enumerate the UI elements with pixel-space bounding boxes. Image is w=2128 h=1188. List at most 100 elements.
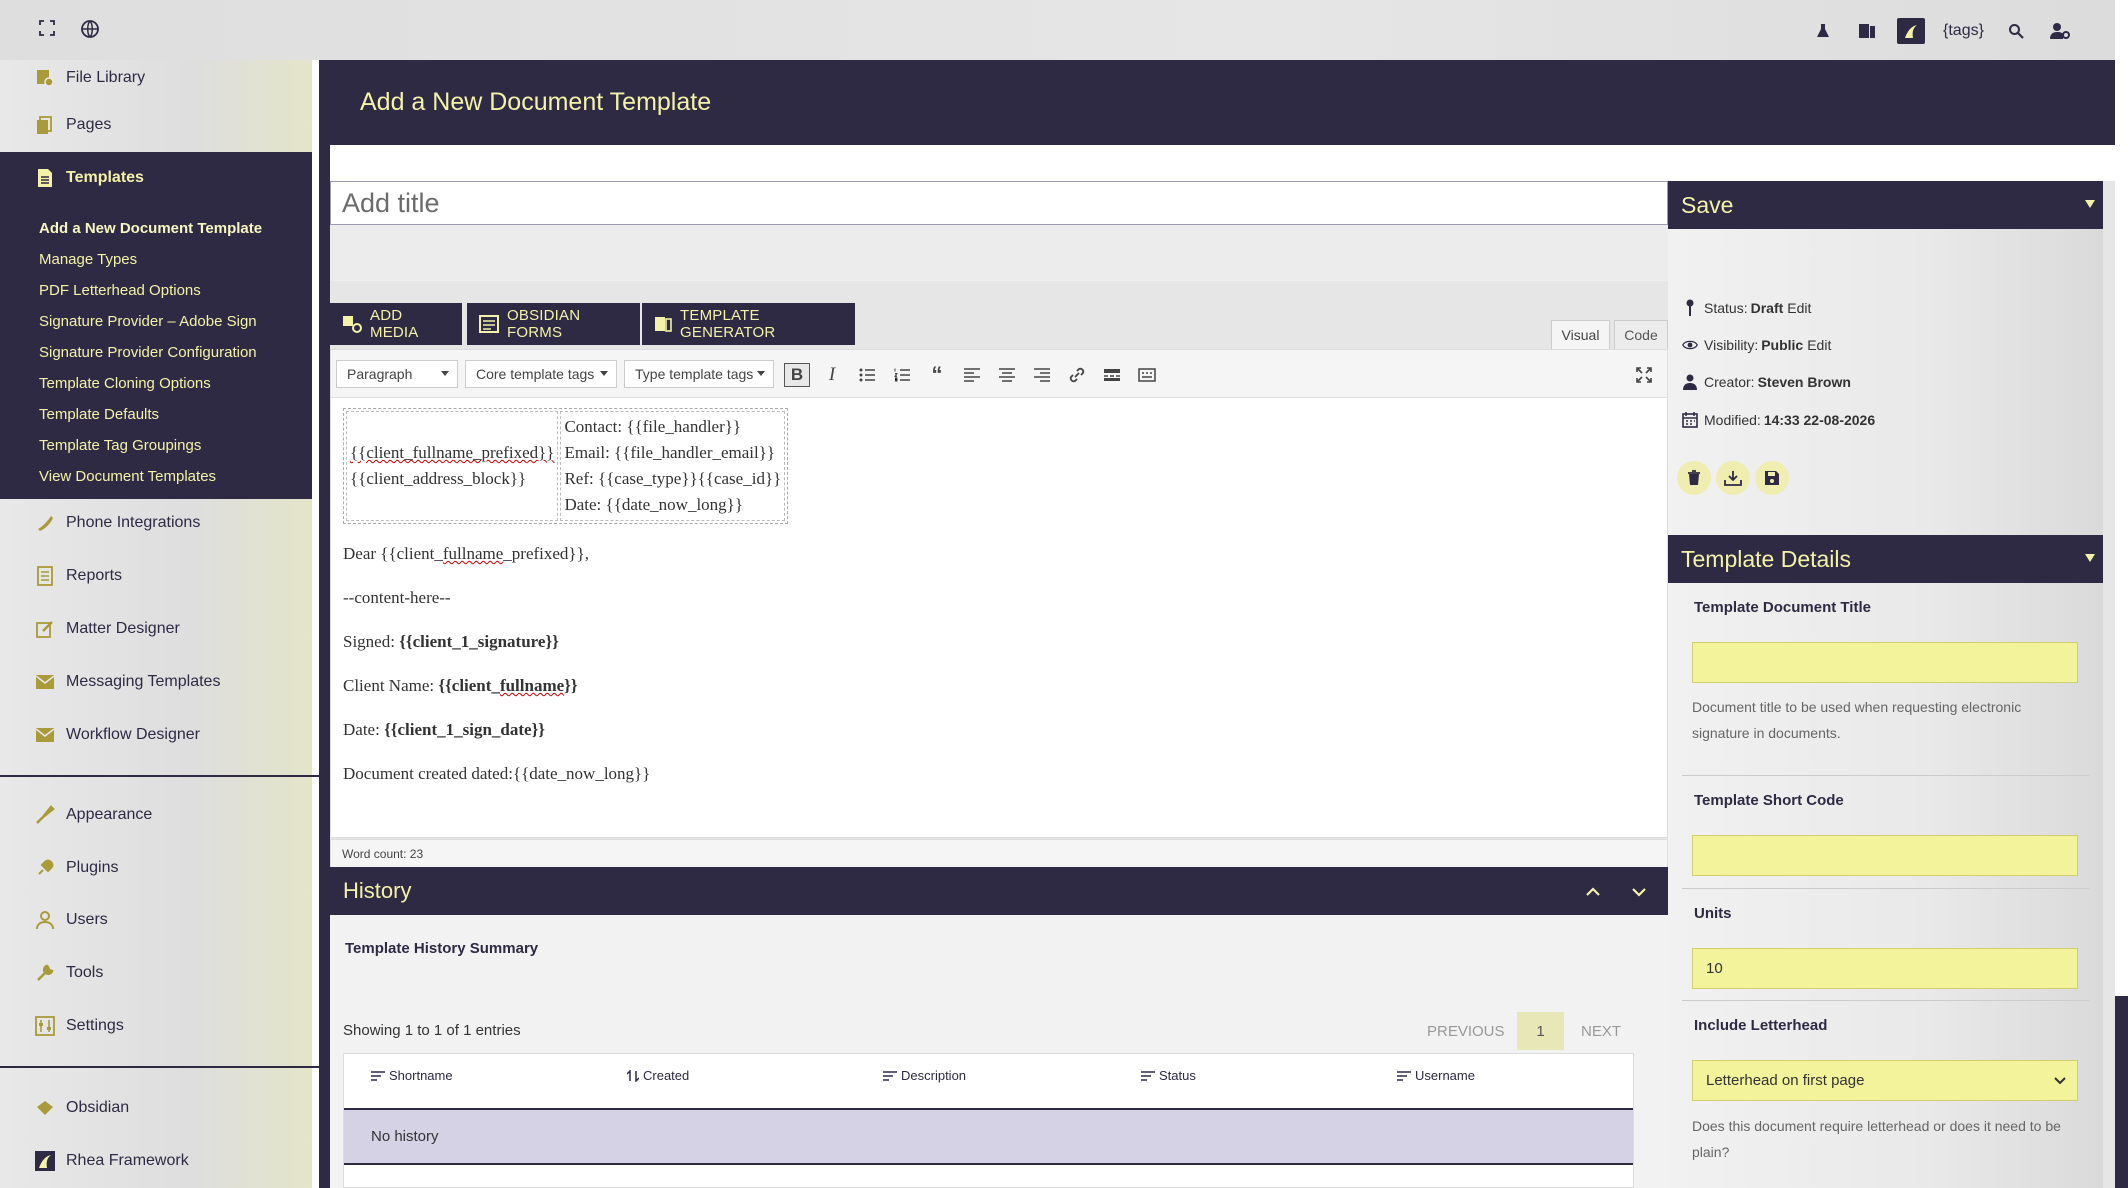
format-select[interactable]: Paragraph xyxy=(336,360,458,388)
short-code-label: Template Short Code xyxy=(1694,792,1844,809)
link-icon[interactable] xyxy=(1064,363,1090,387)
save-panel-header[interactable]: Save xyxy=(1668,181,2103,229)
toolbar-toggle-icon[interactable] xyxy=(1134,363,1160,387)
download-icon[interactable] xyxy=(1716,461,1750,495)
obsidian-forms-button[interactable]: OBSIDIAN FORMS xyxy=(467,303,640,345)
pagination-next[interactable]: NEXT xyxy=(1581,1012,1621,1050)
move-up-icon[interactable] xyxy=(1584,881,1602,907)
sidebar-item-file-library[interactable]: File Library xyxy=(0,52,312,104)
sidebar-item-workflow-designer[interactable]: Workflow Designer xyxy=(0,709,312,761)
visibility-row: Visibility: Public Edit xyxy=(1682,337,1831,353)
submenu-add-new-template[interactable]: Add a New Document Template xyxy=(0,213,312,244)
collapse-arrow-icon[interactable] xyxy=(2085,554,2095,562)
submenu-tag-groupings[interactable]: Template Tag Groupings xyxy=(0,430,312,461)
book-icon[interactable] xyxy=(1845,18,1889,44)
submenu-adobe-sign[interactable]: Signature Provider – Adobe Sign xyxy=(0,306,312,337)
numbered-list-icon[interactable] xyxy=(889,363,915,387)
bullet-list-icon[interactable] xyxy=(854,363,880,387)
sidebar-item-obsidian[interactable]: Obsidian xyxy=(0,1082,312,1134)
letterhead-select[interactable]: Letterhead on first page xyxy=(1692,1060,2078,1101)
pagination-previous[interactable]: PREVIOUS xyxy=(1427,1012,1505,1050)
sidebar-item-plugins[interactable]: Plugins xyxy=(0,842,312,894)
sidebar-item-phone-integrations[interactable]: Phone Integrations xyxy=(0,497,312,549)
sidebar-item-tools[interactable]: Tools xyxy=(0,947,312,999)
edit-visibility-link[interactable]: Edit xyxy=(1807,337,1831,353)
user-icon xyxy=(34,909,56,931)
chevron-down-icon xyxy=(2053,1073,2067,1091)
header-spacer xyxy=(330,145,2115,181)
distraction-free-icon[interactable] xyxy=(1631,363,1657,387)
templates-icon xyxy=(34,167,56,189)
type-template-tags-select[interactable]: Type template tags xyxy=(624,360,774,388)
content-editor[interactable]: Paragraph Core template tags Type templa… xyxy=(330,349,1668,868)
sidebar-item-users[interactable]: Users xyxy=(0,894,312,946)
editor-content[interactable]: {{client_fullname_prefixed}} {{client_ad… xyxy=(343,408,789,788)
collapse-icon[interactable] xyxy=(1630,881,1648,907)
blockquote-icon[interactable]: “ xyxy=(924,362,950,387)
edit-icon xyxy=(34,618,56,640)
settings-icon xyxy=(34,1015,56,1037)
flask-icon[interactable] xyxy=(1801,18,1845,44)
client-name-line: Client Name: {{client_fullname}} xyxy=(343,676,578,695)
search-icon[interactable] xyxy=(1994,18,2038,44)
column-created[interactable]: Created xyxy=(627,1068,689,1083)
align-right-icon[interactable] xyxy=(1029,363,1055,387)
title-input[interactable]: Add title xyxy=(330,181,1668,225)
collapse-arrow-icon[interactable] xyxy=(2085,200,2095,208)
form-icon xyxy=(479,315,499,333)
column-shortname[interactable]: Shortname xyxy=(371,1068,453,1083)
align-left-icon[interactable] xyxy=(959,363,985,387)
submenu-manage-types[interactable]: Manage Types xyxy=(0,244,312,275)
signature-line: Signed: {{client_1_signature}} xyxy=(343,632,559,651)
scrollbar[interactable] xyxy=(2115,0,2128,1188)
sidebar-item-reports[interactable]: Reports xyxy=(0,550,312,602)
rhea-icon[interactable] xyxy=(1897,18,1925,44)
column-description[interactable]: Description xyxy=(883,1068,966,1083)
submenu-signature-config[interactable]: Signature Provider Configuration xyxy=(0,337,312,368)
bold-icon[interactable]: B xyxy=(784,363,810,387)
sidebar-item-messaging-templates[interactable]: Messaging Templates xyxy=(0,656,312,708)
expand-icon[interactable] xyxy=(38,19,56,37)
sidebar-item-rhea-framework[interactable]: Rhea Framework xyxy=(0,1135,312,1187)
eye-icon xyxy=(1682,338,1698,352)
globe-icon[interactable] xyxy=(80,19,100,39)
sidebar-item-appearance[interactable]: Appearance xyxy=(0,789,312,841)
tags-button[interactable]: {tags} xyxy=(1933,22,1994,40)
pages-icon xyxy=(34,114,56,136)
mail-icon xyxy=(34,724,56,746)
submenu-cloning-options[interactable]: Template Cloning Options xyxy=(0,368,312,399)
short-code-field[interactable] xyxy=(1692,835,2078,876)
units-field[interactable]: 10 xyxy=(1692,948,2078,989)
address-cell: {{client_fullname_prefixed}} {{client_ad… xyxy=(346,411,559,521)
tab-visual[interactable]: Visual xyxy=(1551,320,1610,349)
save-icon[interactable] xyxy=(1755,461,1789,495)
pagination-page-1[interactable]: 1 xyxy=(1517,1012,1564,1050)
submenu-template-defaults[interactable]: Template Defaults xyxy=(0,399,312,430)
history-title: History xyxy=(343,878,412,903)
tab-code[interactable]: Code xyxy=(1614,320,1668,349)
template-details-header[interactable]: Template Details xyxy=(1668,535,2103,583)
history-table: Shortname Created Description Status Use… xyxy=(343,1053,1634,1188)
submenu-pdf-letterhead[interactable]: PDF Letterhead Options xyxy=(0,275,312,306)
sidebar-item-settings[interactable]: Settings xyxy=(0,1000,312,1052)
scrollbar-thumb[interactable] xyxy=(2115,996,2128,1188)
column-status[interactable]: Status xyxy=(1141,1068,1196,1083)
submenu-view-templates[interactable]: View Document Templates xyxy=(0,461,312,492)
trash-icon[interactable] xyxy=(1677,461,1711,495)
align-center-icon[interactable] xyxy=(994,363,1020,387)
add-media-button[interactable]: ADD MEDIA xyxy=(330,303,462,345)
template-generator-button[interactable]: TEMPLATE GENERATOR xyxy=(642,303,855,345)
sort-icon xyxy=(1397,1070,1411,1081)
history-panel: Template History Summary Showing 1 to 1 … xyxy=(330,915,1668,1188)
column-username[interactable]: Username xyxy=(1397,1068,1475,1083)
core-template-tags-select[interactable]: Core template tags xyxy=(465,360,617,388)
sidebar-item-matter-designer[interactable]: Matter Designer xyxy=(0,603,312,655)
user-settings-icon[interactable] xyxy=(2038,18,2082,44)
sort-icon xyxy=(371,1070,385,1081)
sidebar-item-templates[interactable]: Templates xyxy=(0,152,312,204)
edit-status-link[interactable]: Edit xyxy=(1787,300,1811,316)
sidebar-item-pages[interactable]: Pages xyxy=(0,99,312,151)
read-more-icon[interactable] xyxy=(1099,363,1125,387)
doc-title-field[interactable] xyxy=(1692,642,2078,683)
italic-icon[interactable]: I xyxy=(819,363,845,387)
